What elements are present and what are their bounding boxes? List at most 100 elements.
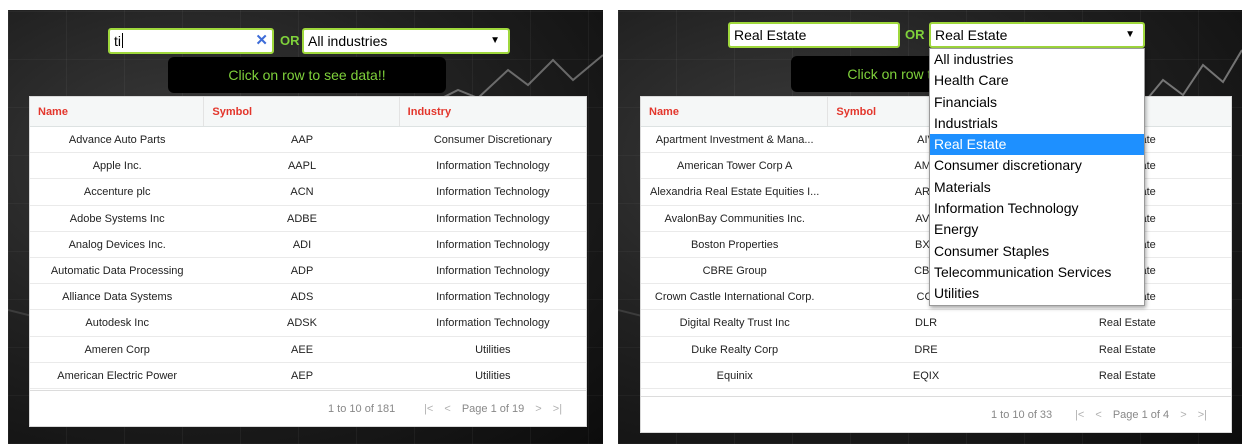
table-row[interactable]: Apple Inc. AAPL Information Technology: [30, 153, 586, 180]
column-header-name[interactable]: Name: [641, 97, 829, 126]
cell-industry: Real Estate: [1098, 369, 1156, 382]
cell-industry: Real Estate: [1098, 343, 1156, 356]
first-page-button[interactable]: |<: [1075, 409, 1084, 421]
column-header-symbol[interactable]: Symbol: [204, 97, 400, 126]
industry-dropdown-list: All industries Health Care Financials Indus…: [929, 48, 1145, 306]
left-panel: ti ✕ OR All industries ▼ Click on row to…: [8, 10, 603, 444]
cell-name: Equinix: [716, 369, 753, 382]
column-header-industry[interactable]: Industry: [400, 97, 586, 126]
table-row[interactable]: Alliance Data Systems ADS Information Tech…: [30, 284, 586, 311]
cell-name: Ameren Corp: [84, 343, 150, 356]
cell-name: Advance Auto Parts: [68, 134, 166, 146]
or-label: OR: [905, 27, 925, 42]
cell-industry: Utilities: [475, 369, 511, 382]
dropdown-option[interactable]: Materials: [930, 177, 1144, 198]
dropdown-option[interactable]: Utilities: [930, 283, 1144, 304]
last-page-button[interactable]: >|: [1198, 409, 1207, 421]
table-row[interactable]: Accenture plc ACN Information Technology: [30, 179, 586, 206]
grid-header: Name Symbol Industry: [30, 97, 586, 127]
search-input[interactable]: Real Estate: [728, 22, 900, 48]
cell-name: Apple Inc.: [92, 160, 142, 173]
last-page-button[interactable]: >|: [553, 403, 562, 415]
table-row[interactable]: Analog Devices Inc. ADI Information Techno…: [30, 232, 586, 258]
text-caret: [122, 33, 123, 48]
table-row[interactable]: Equinix EQIX Real Estate: [641, 363, 1231, 389]
dropdown-option[interactable]: All industries: [930, 49, 1144, 70]
cell-symbol: ADP: [290, 264, 314, 277]
cell-name: Automatic Data Processing: [50, 264, 184, 277]
search-input-value: Real Estate: [734, 27, 807, 43]
pagination-range: 1 to 10 of 33: [991, 409, 1053, 421]
cell-name: American Electric Power: [57, 369, 178, 382]
next-page-button[interactable]: >: [535, 403, 541, 415]
grid-footer: 1 to 10 of 33 |< < Page 1 of 4 > >|: [641, 396, 1231, 432]
dropdown-option[interactable]: Real Estate: [930, 134, 1144, 156]
dropdown-option[interactable]: Energy: [930, 219, 1144, 240]
cell-symbol: ADBE: [287, 212, 317, 225]
industry-select[interactable]: All industries ▼: [302, 28, 510, 54]
industry-select-value: All industries: [308, 33, 388, 49]
table-row[interactable]: Digital Realty Trust Inc DLR Real Estate: [641, 310, 1231, 337]
cell-symbol: EQIX: [912, 369, 940, 382]
cell-name: CBRE Group: [702, 264, 767, 277]
column-header-name[interactable]: Name: [30, 97, 205, 126]
cell-name: Alexandria Real Estate Equities I...: [649, 186, 820, 199]
hint-banner: Click on row to see data!!: [168, 57, 446, 93]
cell-industry: Information Technology: [436, 264, 550, 277]
cell-name: American Tower Corp A: [677, 160, 793, 173]
dropdown-option[interactable]: Telecommunication Services: [930, 262, 1144, 283]
chevron-down-icon: ▼: [1125, 29, 1135, 40]
dropdown-option[interactable]: Consumer Staples: [930, 241, 1144, 262]
right-panel: Real Estate OR Real Estate ▼ Click on ro…: [618, 10, 1242, 444]
search-input[interactable]: ti ✕: [108, 28, 274, 54]
cell-symbol: ADI: [292, 238, 312, 251]
or-label: OR: [280, 33, 300, 48]
first-page-button[interactable]: |<: [424, 403, 433, 415]
dropdown-option[interactable]: Health Care: [930, 70, 1144, 91]
cell-symbol: AEE: [291, 343, 314, 356]
prev-page-button[interactable]: <: [444, 403, 450, 415]
table-row[interactable]: American Electric Power AEP Utilities: [30, 363, 586, 389]
pagination-range: 1 to 10 of 181: [328, 403, 396, 415]
table-row[interactable]: Autodesk Inc ADSK Information Technology: [30, 310, 586, 337]
table-row[interactable]: Duke Realty Corp DRE Real Estate: [641, 337, 1231, 363]
pagination-controls: |< < Page 1 of 4 > >|: [1071, 397, 1211, 432]
cell-industry: Information Technology: [436, 212, 550, 225]
cell-industry: Information Technology: [436, 291, 550, 304]
table-row[interactable]: Automatic Data Processing ADP Information …: [30, 258, 586, 285]
grid-footer: 1 to 10 of 181 |< < Page 1 of 19 > >|: [30, 390, 586, 426]
cell-symbol: ACN: [290, 186, 314, 199]
dropdown-option[interactable]: Financials: [930, 92, 1144, 113]
dropdown-option[interactable]: Information Technology: [930, 198, 1144, 219]
cell-name: Crown Castle International Corp.: [654, 291, 815, 304]
cell-name: Boston Properties: [690, 238, 779, 251]
table-row[interactable]: Ameren Corp AEE Utilities: [30, 337, 586, 363]
cell-name: Autodesk Inc: [85, 317, 149, 330]
cell-name: Apartment Investment & Mana...: [655, 134, 814, 146]
chevron-down-icon: ▼: [490, 35, 500, 46]
clear-search-icon[interactable]: ✕: [255, 30, 268, 52]
cell-name: Duke Realty Corp: [691, 343, 779, 356]
cell-name: Alliance Data Systems: [62, 291, 173, 304]
cell-industry: Information Technology: [436, 317, 550, 330]
next-page-button[interactable]: >: [1180, 409, 1186, 421]
industry-select-value: Real Estate: [935, 27, 1008, 43]
prev-page-button[interactable]: <: [1095, 409, 1101, 421]
cell-symbol: AEP: [291, 369, 314, 382]
cell-symbol: DRE: [914, 343, 938, 356]
dropdown-option[interactable]: Industrials: [930, 113, 1144, 134]
table-row[interactable]: Advance Auto Parts AAP Consumer Discretion…: [30, 127, 586, 154]
cell-name: Adobe Systems Inc: [69, 212, 165, 225]
dropdown-option[interactable]: Consumer discretionary: [930, 155, 1144, 176]
cell-industry: Information Technology: [436, 160, 550, 173]
cell-name: Digital Realty Trust Inc: [679, 317, 790, 330]
cell-industry: Information Technology: [436, 238, 550, 251]
page-indicator: Page 1 of 4: [1112, 409, 1170, 421]
grid-body: Advance Auto Parts AAP Consumer Discretion…: [30, 127, 586, 389]
cell-symbol: AAPL: [287, 160, 317, 173]
cell-symbol: DLR: [915, 317, 938, 330]
cell-name: Accenture plc: [83, 186, 151, 199]
industry-select[interactable]: Real Estate ▼: [929, 22, 1145, 48]
table-row[interactable]: Adobe Systems Inc ADBE Information Technol…: [30, 206, 586, 232]
cell-name: AvalonBay Communities Inc.: [664, 212, 805, 225]
